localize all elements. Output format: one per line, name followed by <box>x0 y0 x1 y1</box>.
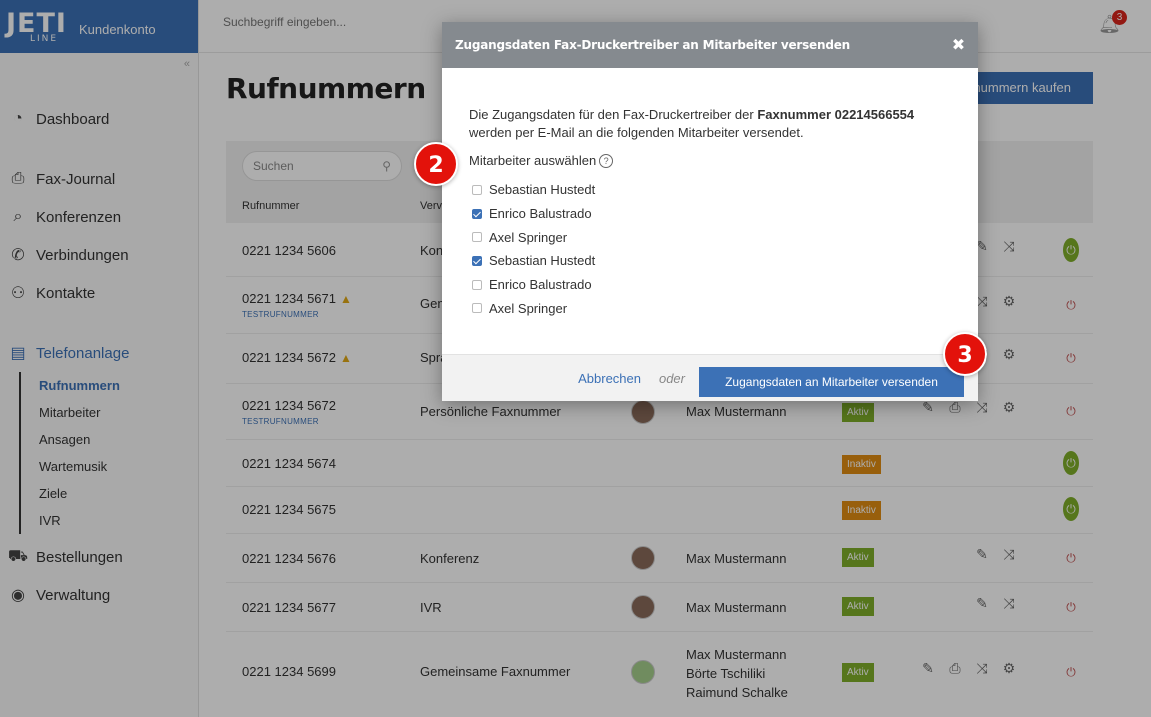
checkbox[interactable] <box>472 232 482 243</box>
dialog-body: Die Zugangsdaten für den Fax-Druckertrei… <box>442 68 978 320</box>
employee-option[interactable]: Axel Springer <box>469 296 978 320</box>
employee-list: Sebastian Hustedt Enrico Balustrado Axel… <box>469 178 978 320</box>
employee-select-label: Mitarbeiter auswählen ? <box>469 153 978 168</box>
cancel-link[interactable]: Abbrechen <box>578 371 641 386</box>
checkbox[interactable] <box>472 184 482 195</box>
checkbox[interactable] <box>472 303 482 314</box>
employee-option[interactable]: Enrico Balustrado <box>469 202 978 226</box>
or-separator: oder <box>658 371 685 386</box>
dialog-header: Zugangsdaten Fax-Druckertreiber an Mitar… <box>442 22 978 68</box>
employee-option[interactable]: Axel Springer <box>469 225 978 249</box>
employee-option[interactable]: Enrico Balustrado <box>469 273 978 297</box>
send-credentials-button[interactable]: Zugangsdaten an Mitarbeiter versenden <box>699 367 964 397</box>
checkbox[interactable] <box>472 208 482 219</box>
close-icon[interactable]: ✖ <box>952 22 965 68</box>
dialog-intro-text: Die Zugangsdaten für den Fax-Druckertrei… <box>469 107 915 140</box>
checkbox[interactable] <box>472 279 482 290</box>
step-marker-3: 3 <box>943 332 987 376</box>
employee-option[interactable]: Sebastian Hustedt <box>469 249 978 273</box>
send-credentials-dialog: Zugangsdaten Fax-Druckertreiber an Mitar… <box>442 22 978 401</box>
dialog-title: Zugangsdaten Fax-Druckertreiber an Mitar… <box>455 38 850 52</box>
dialog-footer: Abbrechen oder Zugangsdaten an Mitarbeit… <box>442 354 978 401</box>
help-icon[interactable]: ? <box>599 153 614 168</box>
step-marker-2: 2 <box>414 142 458 186</box>
employee-option[interactable]: Sebastian Hustedt <box>469 178 978 202</box>
checkbox[interactable] <box>472 255 482 266</box>
